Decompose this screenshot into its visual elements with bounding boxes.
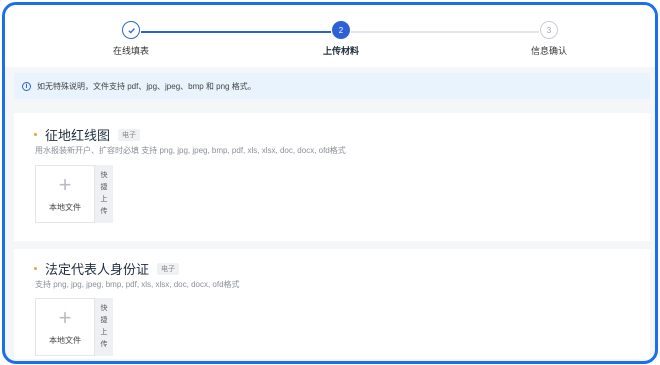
upload-control: + 本地文件 快捷上传 [35,165,113,223]
section-title: 征地红线图 [45,128,111,143]
upload-control: + 本地文件 快捷上传 [35,298,113,356]
electronic-tag: 电子 [118,128,141,141]
step-upload-materials[interactable]: 2 上传材料 [281,21,401,57]
section-header: 法定代表人身份证 电子 [34,259,180,278]
plus-icon: + [58,305,72,330]
local-file-label: 本地文件 [49,336,81,345]
local-file-upload-button[interactable]: + 本地文件 [35,298,95,356]
quick-upload-button[interactable]: 快捷上传 [95,165,113,223]
quick-upload-label: 快捷上传 [100,172,108,215]
section-header: 征地红线图 电子 [34,125,141,144]
step-label: 在线填表 [112,46,149,56]
step-label: 上传材料 [322,46,359,56]
step-number: 3 [540,21,558,39]
step-confirm-info[interactable]: 3 信息确认 [489,21,609,57]
file-format-notice: i 如无特殊说明，文件支持 pdf、jpg、jpeg、bmp 和 png 格式。 [14,73,650,99]
step-online-form[interactable]: 在线填表 [71,21,191,57]
quick-upload-label: 快捷上传 [100,305,108,348]
upload-section-legal-rep-id: 法定代表人身份证 电子 支持 png, jpg, jpeg, bmp, pdf,… [14,249,650,359]
local-file-label: 本地文件 [49,203,81,212]
required-bullet [34,133,37,136]
format-hint: 用水报装新开户、扩容时必填 支持 png, jpg, jpeg, bmp, pd… [35,146,346,155]
electronic-tag: 电子 [157,262,180,275]
step-number: 2 [332,21,350,39]
step-label: 信息确认 [530,46,567,56]
plus-icon: + [58,172,72,197]
section-title: 法定代表人身份证 [45,262,150,277]
upload-section-redline-map: 征地红线图 电子 用水报装新开户、扩容时必填 支持 png, jpg, jpeg… [14,113,650,241]
app-frame: 在线填表 2 上传材料 3 信息确认 i 如无特殊说明，文件支持 pdf、jpg… [2,2,658,364]
check-icon [122,21,140,39]
notice-text: 如无特殊说明，文件支持 pdf、jpg、jpeg、bmp 和 png 格式。 [37,81,256,91]
local-file-upload-button[interactable]: + 本地文件 [35,165,95,223]
required-bullet [34,267,37,270]
info-icon: i [22,81,31,91]
quick-upload-button[interactable]: 快捷上传 [95,298,113,356]
progress-stepper: 在线填表 2 上传材料 3 信息确认 [5,5,655,67]
format-hint: 支持 png, jpg, jpeg, bmp, pdf, xls, xlsx, … [35,280,240,289]
